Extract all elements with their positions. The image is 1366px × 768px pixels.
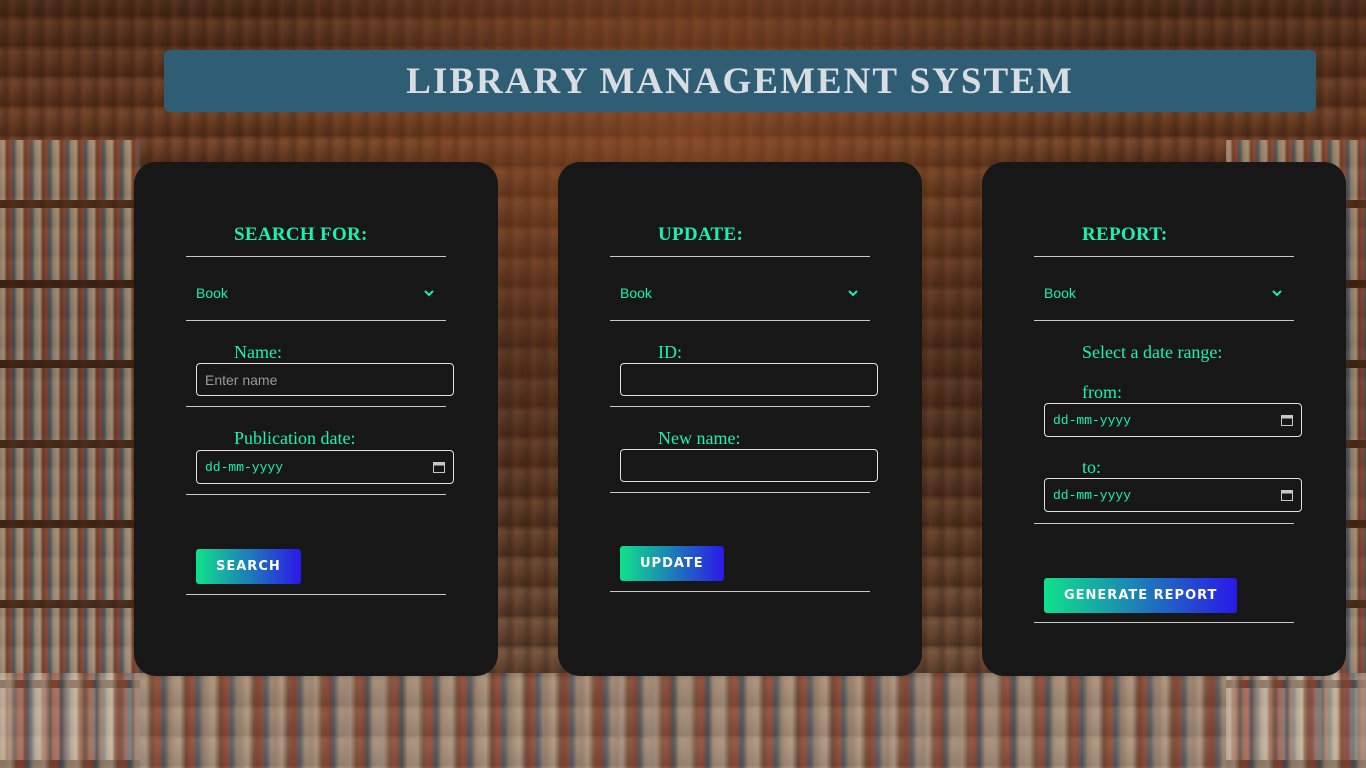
- divider: [610, 591, 870, 592]
- update-type-value: Book: [620, 285, 652, 301]
- divider: [1034, 622, 1294, 623]
- from-date-value: dd-mm-yyyy: [1053, 412, 1132, 428]
- from-date-input[interactable]: dd-mm-yyyy: [1044, 403, 1302, 437]
- calendar-icon[interactable]: [1281, 489, 1293, 501]
- divider: [186, 256, 446, 257]
- divider: [610, 406, 870, 407]
- calendar-icon[interactable]: [1281, 414, 1293, 426]
- divider: [186, 594, 446, 595]
- divider: [186, 320, 446, 321]
- update-section-title: UPDATE:: [658, 224, 744, 245]
- chevron-down-icon: [846, 286, 860, 300]
- generate-report-button[interactable]: GENERATE REPORT: [1044, 578, 1238, 613]
- divider: [610, 320, 870, 321]
- report-card: REPORT: Book Select a date range: from: …: [982, 162, 1346, 676]
- search-button[interactable]: SEARCH: [196, 549, 301, 584]
- divider: [610, 492, 870, 493]
- calendar-icon[interactable]: [433, 461, 445, 473]
- new-name-label: New name:: [658, 428, 741, 448]
- id-label: ID:: [658, 342, 682, 362]
- header-banner: LIBRARY MANAGEMENT SYSTEM: [164, 50, 1316, 112]
- report-type-select[interactable]: Book: [1044, 278, 1284, 308]
- date-range-label: Select a date range:: [1082, 342, 1223, 362]
- publication-date-input[interactable]: dd-mm-yyyy: [196, 450, 454, 484]
- page-title: LIBRARY MANAGEMENT SYSTEM: [406, 60, 1074, 102]
- divider: [1034, 256, 1294, 257]
- search-card: SEARCH FOR: Book Name: Enter name Public…: [134, 162, 498, 676]
- publication-date-label: Publication date:: [234, 428, 356, 448]
- search-type-select[interactable]: Book: [196, 278, 436, 308]
- update-card: UPDATE: Book ID: New name: UPDATE: [558, 162, 922, 676]
- divider: [186, 494, 446, 495]
- divider: [1034, 523, 1294, 524]
- publication-date-value: dd-mm-yyyy: [205, 459, 284, 475]
- background-floor: [0, 673, 1366, 768]
- name-input-placeholder: Enter name: [205, 371, 278, 388]
- divider: [186, 406, 446, 407]
- divider: [610, 256, 870, 257]
- id-input[interactable]: [620, 363, 878, 396]
- chevron-down-icon: [1270, 286, 1284, 300]
- report-section-title: REPORT:: [1082, 224, 1168, 245]
- chevron-down-icon: [422, 286, 436, 300]
- to-date-value: dd-mm-yyyy: [1053, 487, 1132, 503]
- search-section-title: SEARCH FOR:: [234, 224, 368, 245]
- from-label: from:: [1082, 382, 1122, 402]
- divider: [1034, 320, 1294, 321]
- name-label: Name:: [234, 342, 282, 362]
- name-input[interactable]: Enter name: [196, 363, 454, 396]
- update-type-select[interactable]: Book: [620, 278, 860, 308]
- to-date-input[interactable]: dd-mm-yyyy: [1044, 478, 1302, 512]
- search-type-value: Book: [196, 285, 228, 301]
- new-name-input[interactable]: [620, 449, 878, 482]
- report-type-value: Book: [1044, 285, 1076, 301]
- to-label: to:: [1082, 457, 1102, 477]
- update-button[interactable]: UPDATE: [620, 546, 724, 581]
